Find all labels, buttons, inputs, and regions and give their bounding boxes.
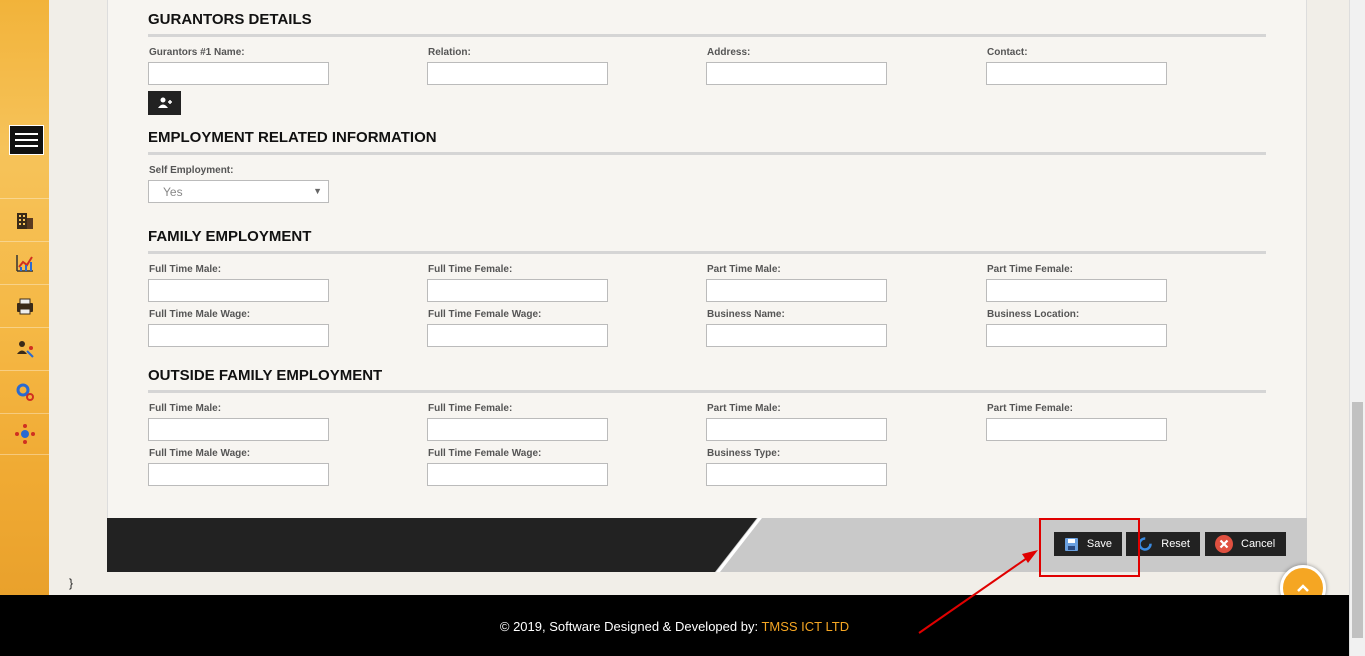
user-tools-icon[interactable]: [0, 327, 49, 369]
self-employment-label: Self Employment:: [149, 165, 234, 176]
family-pt-female-label: Part Time Female:: [987, 264, 1073, 275]
guarantor-relation-input[interactable]: [427, 62, 608, 85]
guarantor-contact-input[interactable]: [986, 62, 1167, 85]
business-type-input[interactable]: [706, 463, 887, 486]
save-highlight-box: [1039, 518, 1140, 577]
footer-brand-link[interactable]: TMSS ICT LTD: [761, 619, 849, 634]
guarantor-relation-label: Relation:: [428, 47, 471, 58]
outside-pt-female-label: Part Time Female:: [987, 403, 1073, 414]
printer-icon[interactable]: [0, 284, 49, 326]
cancel-button[interactable]: Cancel: [1205, 532, 1286, 556]
outside-ft-female-wage-input[interactable]: [427, 463, 608, 486]
business-location-input[interactable]: [986, 324, 1167, 347]
cancel-label: Cancel: [1241, 538, 1276, 550]
menu-toggle-button[interactable]: [9, 125, 44, 155]
form-panel: GURANTORS DETAILS Gurantors #1 Name: Rel…: [107, 0, 1307, 518]
family-ft-female-label: Full Time Female:: [428, 264, 513, 275]
chart-icon[interactable]: [0, 241, 49, 283]
page-footer: © 2019, Software Designed & Developed by…: [0, 595, 1349, 656]
chevron-up-icon: [1297, 584, 1309, 592]
guarantor-name-label: Gurantors #1 Name:: [149, 47, 245, 58]
family-pt-male-input[interactable]: [706, 279, 887, 302]
family-ft-female-input[interactable]: [427, 279, 608, 302]
gears-icon[interactable]: [0, 370, 49, 412]
outside-pt-male-label: Part Time Male:: [707, 403, 781, 414]
outside-ft-female-wage-label: Full Time Female Wage:: [428, 448, 542, 459]
business-type-label: Business Type:: [707, 448, 781, 459]
outside-ft-male-wage-label: Full Time Male Wage:: [149, 448, 251, 459]
business-name-input[interactable]: [706, 324, 887, 347]
family-ft-male-wage-input[interactable]: [148, 324, 329, 347]
outside-pt-male-input[interactable]: [706, 418, 887, 441]
outside-pt-female-input[interactable]: [986, 418, 1167, 441]
outside-ft-female-input[interactable]: [427, 418, 608, 441]
cancel-x-icon: [1215, 535, 1233, 553]
employment-section-title: EMPLOYMENT RELATED INFORMATION: [148, 129, 1266, 155]
family-pt-male-label: Part Time Male:: [707, 264, 781, 275]
sidebar: [0, 0, 49, 595]
reset-label: Reset: [1161, 538, 1190, 550]
guarantor-name-input[interactable]: [148, 62, 329, 85]
family-employment-section-title: FAMILY EMPLOYMENT: [148, 228, 1266, 254]
scrollbar-thumb[interactable]: [1352, 402, 1363, 638]
family-ft-male-label: Full Time Male:: [149, 264, 222, 275]
family-pt-female-input[interactable]: [986, 279, 1167, 302]
guarantor-address-input[interactable]: [706, 62, 887, 85]
building-icon[interactable]: [0, 198, 49, 240]
outside-family-section-title: OUTSIDE FAMILY EMPLOYMENT: [148, 367, 1266, 393]
network-icon[interactable]: [0, 413, 49, 455]
self-employment-select[interactable]: Yes ▼: [148, 180, 329, 203]
family-ft-female-wage-label: Full Time Female Wage:: [428, 309, 542, 320]
outside-ft-male-input[interactable]: [148, 418, 329, 441]
guarantors-section-title: GURANTORS DETAILS: [148, 11, 1266, 37]
outside-ft-female-label: Full Time Female:: [428, 403, 513, 414]
add-user-icon: [157, 97, 172, 108]
footer-copyright: © 2019, Software Designed & Developed by…: [499, 619, 762, 634]
guarantor-address-label: Address:: [707, 47, 751, 58]
outside-ft-male-wage-input[interactable]: [148, 463, 329, 486]
business-name-label: Business Name:: [707, 309, 785, 320]
add-guarantor-button[interactable]: [148, 91, 181, 115]
caret-down-icon: ▼: [313, 186, 322, 196]
vertical-scrollbar[interactable]: [1349, 0, 1365, 656]
family-ft-female-wage-input[interactable]: [427, 324, 608, 347]
business-location-label: Business Location:: [987, 309, 1080, 320]
family-ft-male-wage-label: Full Time Male Wage:: [149, 309, 251, 320]
outside-ft-male-label: Full Time Male:: [149, 403, 222, 414]
guarantor-contact-label: Contact:: [987, 47, 1028, 58]
stray-brace-text: }: [69, 576, 74, 590]
self-employment-value: Yes: [163, 185, 183, 199]
family-ft-male-input[interactable]: [148, 279, 329, 302]
